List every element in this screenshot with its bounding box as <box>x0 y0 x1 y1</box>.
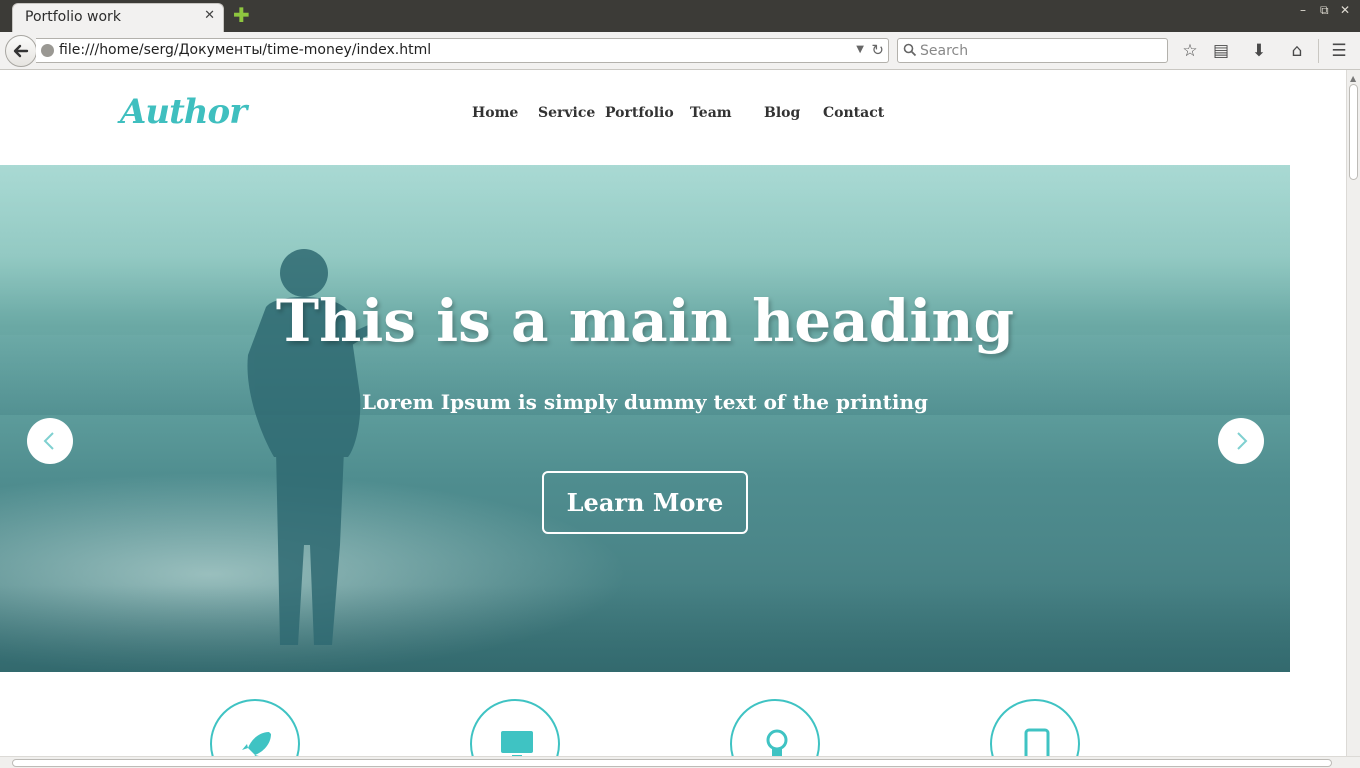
new-tab-icon[interactable]: ✚ <box>233 5 250 25</box>
rocket-icon <box>242 732 271 756</box>
feature-tablet <box>990 699 1080 756</box>
browser-tab[interactable]: Portfolio work ✕ <box>12 3 224 32</box>
tab-close-icon[interactable]: ✕ <box>204 8 215 23</box>
nav-item-portfolio[interactable]: Portfolio <box>605 105 674 121</box>
search-icon <box>903 43 917 57</box>
back-arrow-icon <box>13 44 29 58</box>
horizontal-scrollbar[interactable] <box>0 756 1360 768</box>
downloads-icon[interactable]: ⬇ <box>1249 41 1269 61</box>
learn-more-button[interactable]: Learn More <box>542 471 748 534</box>
home-icon[interactable]: ⌂ <box>1287 41 1307 61</box>
feature-monitor <box>470 699 560 756</box>
hero-subheading: Lorem Ipsum is simply dummy text of the … <box>362 390 928 414</box>
lightbulb-icon <box>766 729 788 756</box>
back-button[interactable] <box>5 35 37 67</box>
feature-rocket <box>210 699 300 756</box>
hero-rocks <box>0 585 1290 672</box>
horizontal-scroll-thumb[interactable] <box>12 759 1332 767</box>
maximize-icon[interactable]: ⧉ <box>1320 3 1329 18</box>
nav-item-team[interactable]: Team <box>690 105 732 121</box>
reload-icon[interactable]: ↻ <box>871 41 884 59</box>
browser-toolbar: file:///home/serg/Документы/time-money/i… <box>0 32 1360 70</box>
address-bar[interactable]: file:///home/serg/Документы/time-money/i… <box>36 38 889 63</box>
hero-slider: This is a main heading Lorem Ipsum is si… <box>0 165 1290 672</box>
close-window-icon[interactable]: ✕ <box>1340 3 1350 17</box>
search-bar[interactable] <box>897 38 1168 63</box>
minimize-icon[interactable]: – <box>1300 3 1306 17</box>
nav-item-service[interactable]: Service <box>538 105 595 121</box>
nav-item-home[interactable]: Home <box>472 105 518 121</box>
menu-icon[interactable]: ☰ <box>1329 41 1349 61</box>
feature-lightbulb <box>730 699 820 756</box>
chevron-right-icon <box>1237 432 1248 450</box>
window-titlebar: Portfolio work ✕ ✚ – ⧉ ✕ <box>0 0 1360 32</box>
page-viewport: Author Home Service Portfolio Team Blog … <box>0 70 1346 756</box>
globe-icon <box>41 44 54 57</box>
url-dropdown-icon[interactable]: ▼ <box>856 44 864 55</box>
bookmark-star-icon[interactable]: ☆ <box>1180 41 1200 61</box>
reading-list-icon[interactable]: ▤ <box>1211 41 1231 61</box>
nav-item-contact[interactable]: Contact <box>823 105 884 121</box>
scroll-up-icon[interactable]: ▲ <box>1350 74 1356 83</box>
chevron-left-icon <box>43 432 54 450</box>
vertical-scrollbar[interactable]: ▲ <box>1346 70 1360 756</box>
search-input[interactable] <box>920 41 1160 60</box>
tab-title: Portfolio work <box>25 9 121 25</box>
nav-item-blog[interactable]: Blog <box>764 105 800 121</box>
monitor-icon <box>501 731 533 756</box>
hero-heading: This is a main heading <box>275 287 1015 355</box>
url-text: file:///home/serg/Документы/time-money/i… <box>59 42 432 58</box>
slider-next-button[interactable] <box>1218 418 1264 464</box>
vertical-scroll-thumb[interactable] <box>1349 84 1358 180</box>
tablet-icon <box>1024 728 1050 756</box>
slider-prev-button[interactable] <box>27 418 73 464</box>
toolbar-separator <box>1318 39 1319 63</box>
site-logo[interactable]: Author <box>120 92 247 132</box>
